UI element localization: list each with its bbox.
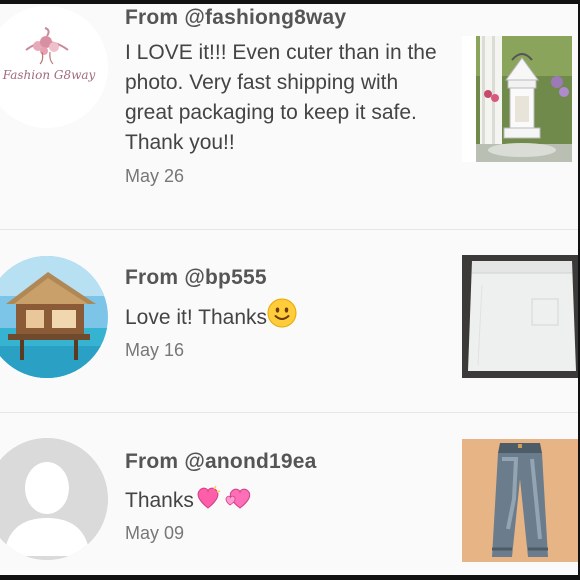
review-date: May 26 xyxy=(125,166,185,186)
slightly-smiling-face-icon xyxy=(267,298,297,337)
avatar-logo-text: Fashion G8way xyxy=(2,68,96,82)
review-message-text: Love it! Thanks xyxy=(125,306,268,329)
review-item: From @bp555 Love it! Thanks May 16 xyxy=(0,230,578,413)
product-thumbnail[interactable] xyxy=(462,439,578,562)
review-message-text: Thanks xyxy=(125,489,194,512)
jeans-photo xyxy=(462,439,578,562)
bottom-border xyxy=(0,575,580,580)
review-author[interactable]: From @anond19ea xyxy=(125,450,317,474)
product-thumbnail[interactable] xyxy=(462,36,572,162)
default-profile-icon xyxy=(0,438,108,560)
review-author[interactable]: From @bp555 xyxy=(125,266,267,290)
lantern-photo xyxy=(476,36,572,162)
avatar[interactable] xyxy=(0,438,108,560)
review-date: May 09 xyxy=(125,523,185,543)
review-item: Fashion G8way From @fashiong8way I LOVE … xyxy=(0,0,578,230)
beach-hut-photo xyxy=(0,256,108,378)
hanger-logo-icon xyxy=(0,6,108,128)
review-message: Love it! Thanks xyxy=(125,298,445,337)
review-author[interactable]: From @fashiong8way xyxy=(125,6,346,30)
avatar[interactable]: Fashion G8way xyxy=(0,6,108,128)
review-message: Thanks xyxy=(125,483,445,520)
review-date: May 16 xyxy=(125,340,185,360)
product-thumbnail[interactable] xyxy=(462,255,578,378)
review-item: From @anond19ea Thanks May 09 xyxy=(0,413,578,575)
review-message: I LOVE it!!! Even cuter than in the phot… xyxy=(125,41,437,154)
two-hearts-icon xyxy=(194,483,254,520)
white-skirt-photo xyxy=(462,255,578,378)
avatar[interactable] xyxy=(0,256,108,378)
